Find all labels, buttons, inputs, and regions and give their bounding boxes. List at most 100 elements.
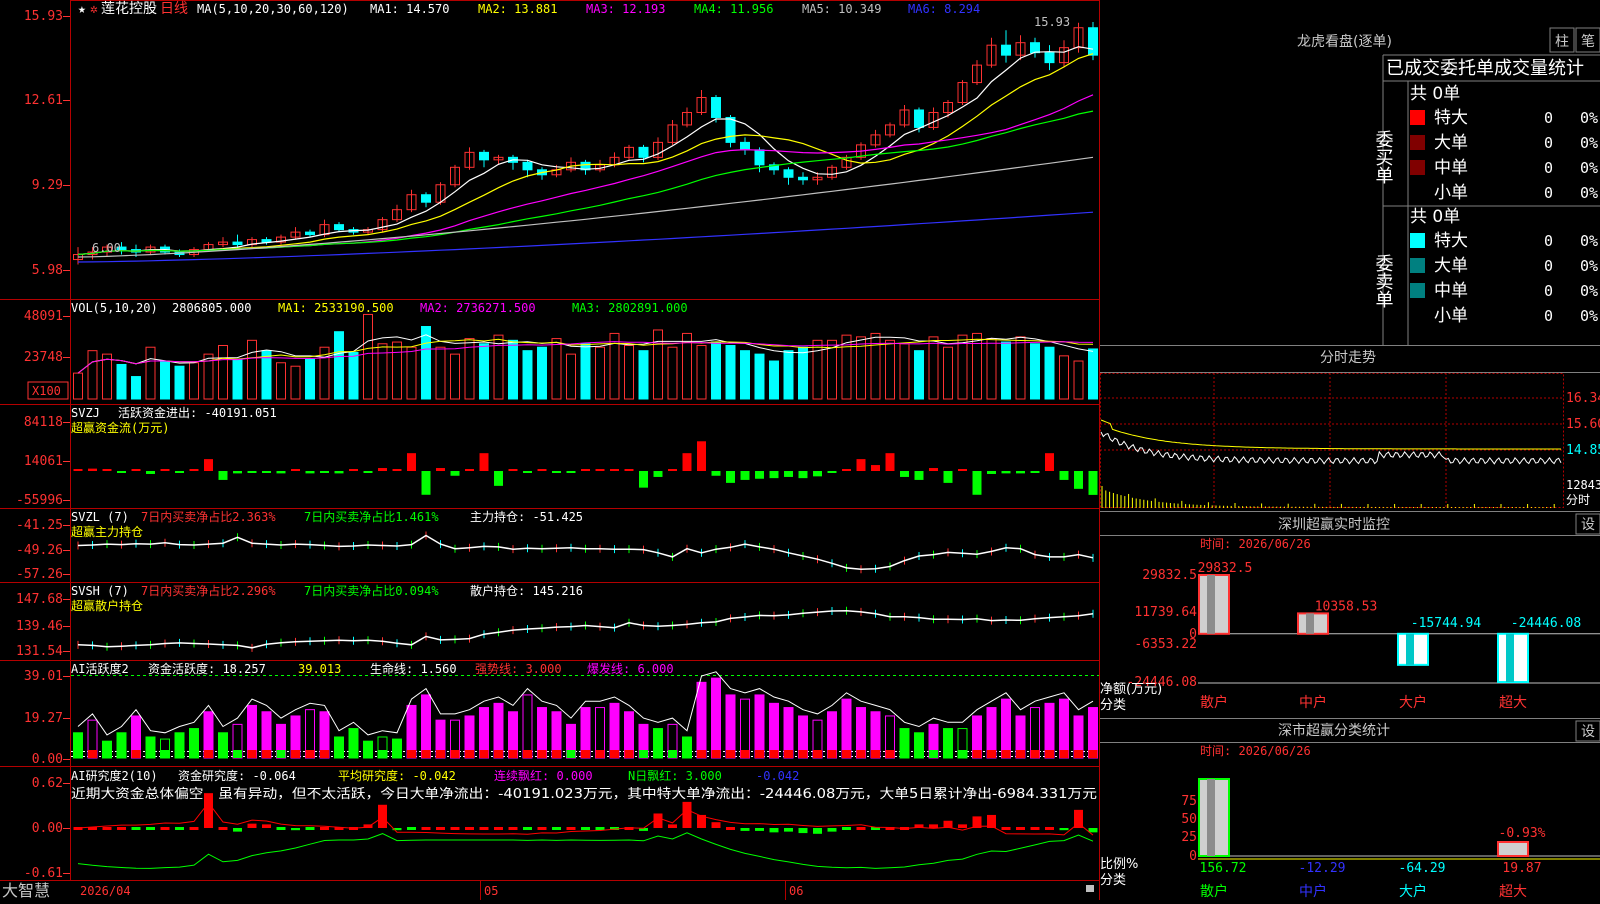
svsh-sub: 超赢散户持仓 xyxy=(71,598,143,613)
classify-settings-label: 设 xyxy=(1581,724,1595,740)
svzj-bar xyxy=(233,471,242,474)
lock-icon[interactable] xyxy=(1086,885,1094,892)
period-label[interactable]: 日线 xyxy=(160,1,188,17)
sell-row-swatch xyxy=(1410,258,1425,273)
ai1-base-bar xyxy=(827,750,837,758)
buy-total: 共 0单 xyxy=(1410,84,1460,104)
svzj-bar xyxy=(508,469,518,471)
intraday-panel[interactable]: 分时走势 16.34 15.60 14.85 12843 分时 xyxy=(1100,345,1600,509)
buy-row-pct: 0% xyxy=(1580,134,1598,152)
svzj-bar xyxy=(929,468,938,471)
ai1-base-bar xyxy=(291,750,300,758)
svsh-panel[interactable]: SVSH (7) 7日内买卖净占比2.296% 7日内买卖净占比0.094% 散… xyxy=(16,583,1094,659)
svzj-y-axis: 84118 14061 -55996 xyxy=(16,415,70,508)
volume-bar xyxy=(102,353,112,400)
sell-row-label: 特大 xyxy=(1434,231,1468,251)
candle-body xyxy=(232,241,243,246)
svzj-bar xyxy=(1001,471,1011,474)
ai2-bar xyxy=(726,827,735,830)
y-tick-label: 15.93 xyxy=(24,9,63,24)
tab-filled[interactable]: 已成交 xyxy=(1386,58,1440,79)
svzj-bar xyxy=(1074,471,1083,489)
ai1-base-bar xyxy=(943,750,953,758)
pen-mode-label: 笔 xyxy=(1581,34,1595,50)
y-tick-label: 0.00 xyxy=(32,821,63,836)
longhu-panel[interactable]: 龙虎看盘(逐单) 柱 笔 已成交 委托单 成交量统计 委买单 委卖单 共 0单 … xyxy=(1297,27,1600,345)
monitor-value-label: -15744.94 xyxy=(1411,616,1482,631)
stock-name[interactable]: 莲花控股 xyxy=(101,1,157,17)
classify-pct-label: -0.93% xyxy=(1499,826,1546,841)
svzj-panel[interactable]: SVZJ 活跃资金进出: -40191.051 超赢资金流(万元) 84118 1… xyxy=(16,405,1098,508)
monitor-category: 超大 xyxy=(1499,695,1527,711)
brand-label: 大智慧 xyxy=(2,881,50,900)
ai1-base-bar xyxy=(972,750,982,758)
sell-row-count: 0 xyxy=(1544,307,1553,325)
star-icon[interactable]: ★ xyxy=(78,2,86,17)
buy-row-pct: 0% xyxy=(1580,159,1598,177)
date-axis: 大智慧 2026/04 05 06 xyxy=(2,880,1094,900)
volume-bar xyxy=(493,334,504,400)
vol-ma2: MA2: 2736271.500 xyxy=(420,301,536,315)
ai2-bar xyxy=(494,827,503,830)
intraday-vol-label: 12843 xyxy=(1566,478,1600,492)
tab-orders[interactable]: 委托单 xyxy=(1440,58,1494,79)
price-y-axis: 15.93 12.61 9.29 5.98 xyxy=(24,9,70,278)
ai1-base-bar xyxy=(697,750,706,758)
ai1-base-bar xyxy=(639,750,648,758)
svzl-panel[interactable]: SVZL (7) 7日内买卖净占比2.363% 7日内买卖净占比1.461% 主… xyxy=(16,509,1094,582)
sell-row-count: 0 xyxy=(1544,232,1553,250)
ai1-base-bar xyxy=(233,750,242,758)
classify-value: 19.87 xyxy=(1502,861,1541,876)
ai-research-panel[interactable]: AI研究度2(10) 资金研究度: -0.064 平均研究度: -0.042 连… xyxy=(24,768,1098,881)
svzj-bar xyxy=(204,459,213,471)
buy-row-pct: 0% xyxy=(1580,184,1598,202)
ai1-base-bar xyxy=(407,750,416,758)
classify-bar-shade xyxy=(1207,779,1215,856)
ai2-red-line xyxy=(77,801,1094,836)
ai1-base-bar xyxy=(1074,750,1083,758)
svzj-bar xyxy=(320,471,329,473)
svzj-bar xyxy=(88,468,97,471)
ai2-bar xyxy=(827,828,837,832)
volume-bar xyxy=(1059,355,1069,400)
ai-activity-panel[interactable]: AI活跃度2 资金活跃度: 18.257 39.013 生命线: 1.560 强… xyxy=(24,661,1099,767)
buy-row-label: 特大 xyxy=(1434,108,1468,128)
monitor-panel[interactable]: 深圳超赢实时监控 设 时间: 2026/06/26 29832.5 11739.6… xyxy=(1100,511,1600,714)
svzj-bar xyxy=(943,471,953,483)
vol-y-axis: 48091 23748 xyxy=(24,309,70,365)
ai1-base-bar xyxy=(842,750,851,758)
ai2-bar xyxy=(276,827,286,830)
candle-body xyxy=(711,97,721,118)
volume-panel[interactable]: VOL(5,10,20) 2806805.000 MA1: 2533190.50… xyxy=(24,301,1098,400)
volume-bar xyxy=(450,353,460,400)
svzj-bar xyxy=(392,469,402,471)
ai1-bar xyxy=(1059,698,1069,759)
volume-bar xyxy=(392,341,402,400)
svzj-bar xyxy=(885,453,895,471)
svzj-bar xyxy=(450,471,460,476)
star-small-icon[interactable]: ✲ xyxy=(90,2,98,17)
svzj-bar xyxy=(972,471,982,495)
classify-panel[interactable]: 深市超赢分类统计 设 时间: 2026/06/26 75 50 25 0 -0.93% 1… xyxy=(1100,718,1600,901)
tab-volume-stats[interactable]: 成交量统计 xyxy=(1494,58,1584,79)
svzj-bar xyxy=(755,471,764,479)
ai1-base-bar xyxy=(102,750,112,758)
svzj-bar xyxy=(769,471,779,479)
svzj-bar xyxy=(349,469,358,471)
classify-chart: 75 50 25 0 -0.93% 156.72 散户 -12.29 中户 -64.29 大户 19.… xyxy=(1181,778,1600,900)
ai2-bar xyxy=(218,827,228,830)
candle-body xyxy=(740,141,750,151)
price-panel[interactable]: ★ ✲ 莲花控股 日线 MA(5,10,20,30,60,120) MA1: 1… xyxy=(24,1,1098,278)
volume-bar xyxy=(812,339,823,400)
volume-bar xyxy=(943,346,953,400)
vol-value: 2806805.000 xyxy=(172,301,251,315)
svzj-bar xyxy=(117,471,126,473)
svzj-bar xyxy=(987,471,996,474)
volume-bar xyxy=(116,363,127,400)
ai1-base-bar xyxy=(146,750,155,758)
ai2-t5: -0.042 xyxy=(756,769,799,783)
intraday-tab[interactable]: 分时 xyxy=(1566,493,1590,507)
volume-bar xyxy=(537,346,547,400)
volume-bar xyxy=(1088,348,1098,400)
svsh-line xyxy=(77,606,1094,652)
